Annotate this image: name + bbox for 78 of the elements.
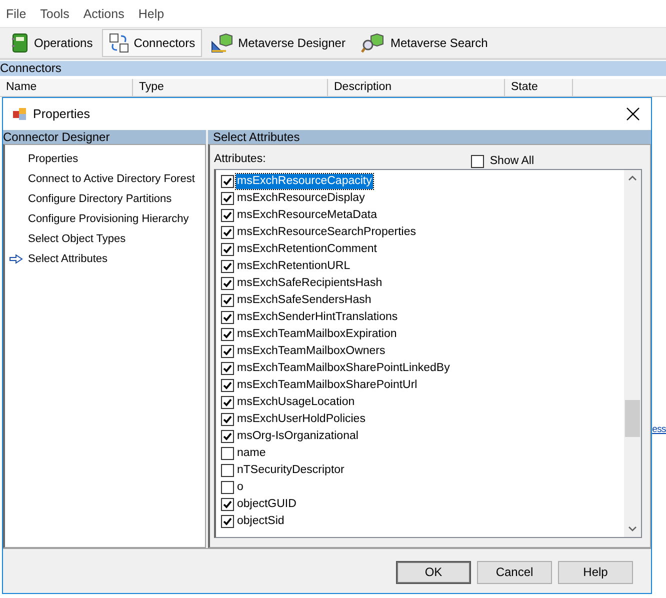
- scrollbar[interactable]: [624, 170, 641, 537]
- checkbox[interactable]: [221, 328, 234, 341]
- checkbox-label[interactable]: Show All: [490, 155, 534, 167]
- scrollbar-thumb[interactable]: [625, 400, 640, 437]
- menu-item[interactable]: Actions: [83, 6, 124, 20]
- nav-item[interactable]: Select Attributes: [25, 253, 108, 265]
- attribute-item[interactable]: msExchResourceMetaData: [236, 208, 378, 223]
- checkbox[interactable]: [221, 396, 234, 409]
- attribute-item[interactable]: msExchResourceSearchProperties: [236, 225, 417, 240]
- attribute-item[interactable]: msExchUserHoldPolicies: [236, 412, 366, 427]
- column-header[interactable]: Name: [0, 79, 133, 96]
- attribute-item[interactable]: msExchRetentionComment: [236, 242, 378, 257]
- checkbox[interactable]: [221, 192, 234, 205]
- checkbox[interactable]: [221, 362, 234, 375]
- cube-magnifier-icon: [361, 33, 386, 53]
- attribute-item[interactable]: msExchRetentionURL: [236, 259, 352, 274]
- checkbox[interactable]: [221, 294, 234, 307]
- attribute-item[interactable]: o: [236, 480, 244, 495]
- checkbox[interactable]: [221, 345, 234, 358]
- menu-item[interactable]: Tools: [40, 6, 70, 20]
- attribute-item[interactable]: msExchTeamMailboxExpiration: [236, 327, 398, 342]
- attribute-item[interactable]: msExchSafeSendersHash: [236, 293, 372, 308]
- window-icon: [13, 107, 27, 121]
- connectors-icon: [108, 33, 129, 53]
- dialog-button[interactable]: Help: [558, 560, 633, 584]
- checkbox[interactable]: [221, 175, 234, 188]
- attribute-item[interactable]: name: [236, 446, 267, 461]
- link[interactable]: ess: [652, 424, 666, 435]
- notebook-icon: [11, 33, 29, 53]
- checkbox[interactable]: [221, 447, 234, 460]
- attribute-item[interactable]: msExchTeamMailboxOwners: [236, 344, 386, 359]
- column-header[interactable]: Type: [133, 79, 328, 96]
- dialog-button[interactable]: OK: [396, 560, 471, 584]
- window-title: Properties: [33, 107, 91, 121]
- checkbox[interactable]: [221, 260, 234, 273]
- toolbar-tab[interactable]: Metaverse Search: [354, 29, 495, 57]
- nav-item[interactable]: Configure Provisioning Hierarchy: [25, 213, 189, 225]
- dialog-button[interactable]: Cancel: [477, 560, 552, 584]
- nav-item[interactable]: Select Object Types: [25, 233, 126, 245]
- menu-item[interactable]: Help: [138, 6, 164, 20]
- checkbox[interactable]: [221, 430, 234, 443]
- nav-item[interactable]: Configure Directory Partitions: [25, 193, 172, 205]
- checkbox[interactable]: [221, 209, 234, 222]
- field-label: Attributes:: [214, 153, 266, 165]
- toolbar-tab[interactable]: Metaverse Designer: [204, 29, 352, 57]
- checkbox[interactable]: [221, 481, 234, 494]
- section-title: Connectors: [0, 61, 666, 76]
- checkbox[interactable]: [221, 413, 234, 426]
- attribute-item[interactable]: msOrg-IsOrganizational: [236, 429, 360, 444]
- cube-ruler-icon: [211, 33, 234, 53]
- checkbox[interactable]: [221, 498, 234, 511]
- attribute-item[interactable]: objectGUID: [236, 497, 298, 512]
- attribute-item[interactable]: nTSecurityDescriptor: [236, 463, 346, 478]
- attribute-item[interactable]: msExchUsageLocation: [236, 395, 356, 410]
- attribute-item[interactable]: msExchTeamMailboxSharePointLinkedBy: [236, 361, 451, 376]
- nav-item[interactable]: Connect to Active Directory Forest: [25, 173, 195, 185]
- checkbox[interactable]: [221, 515, 234, 528]
- checkbox[interactable]: [221, 311, 234, 324]
- toolbar-tab[interactable]: Operations: [4, 29, 100, 57]
- panel-header: Select Attributes: [208, 130, 651, 144]
- checkbox[interactable]: [221, 464, 234, 477]
- attribute-item[interactable]: msExchSenderHintTranslations: [236, 310, 399, 325]
- checkbox[interactable]: [221, 379, 234, 392]
- panel-header: Connector Designer: [3, 130, 206, 144]
- attribute-item[interactable]: msExchSafeRecipientsHash: [236, 276, 384, 291]
- attribute-item[interactable]: objectSid: [236, 514, 286, 529]
- menu-item[interactable]: File: [6, 6, 26, 20]
- nav-item[interactable]: Properties: [25, 153, 78, 165]
- attribute-item[interactable]: msExchTeamMailboxSharePointUrl: [236, 378, 418, 393]
- checkbox[interactable]: [221, 277, 234, 290]
- attribute-item[interactable]: msExchResourceDisplay: [236, 191, 366, 206]
- checkbox[interactable]: [221, 243, 234, 256]
- toolbar-tab[interactable]: Connectors: [102, 29, 202, 57]
- column-header[interactable]: Description: [328, 79, 505, 96]
- column-header[interactable]: State: [505, 79, 573, 96]
- attribute-item[interactable]: msExchResourceCapacity: [236, 174, 373, 189]
- checkbox[interactable]: [470, 154, 484, 168]
- checkbox[interactable]: [221, 226, 234, 239]
